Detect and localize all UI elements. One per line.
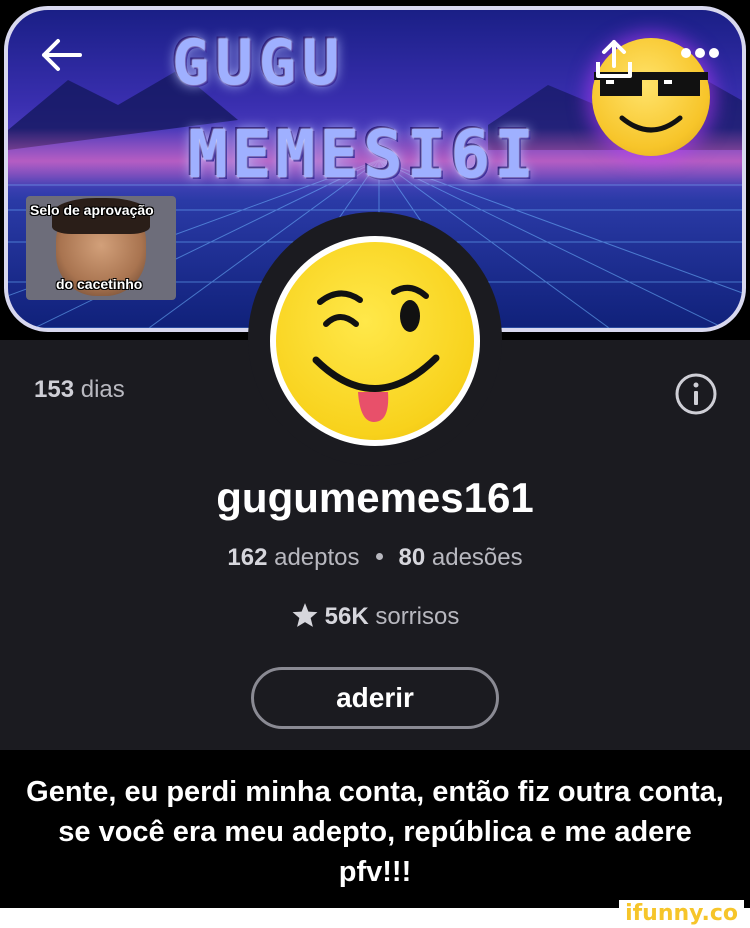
badge-caption-bottom: do cacetinho xyxy=(56,276,143,292)
smiles-count: 56K sorrisos xyxy=(0,602,750,631)
followers-label: adeptos xyxy=(274,544,360,571)
info-icon xyxy=(675,373,717,415)
info-button[interactable] xyxy=(674,372,718,421)
username: gugumemes161 xyxy=(216,474,534,521)
subscriptions-value: 80 xyxy=(398,544,426,571)
share-icon xyxy=(596,40,632,78)
days-label: dias xyxy=(80,376,125,403)
meme-caption-box: Gente, eu perdi minha conta, então fiz o… xyxy=(0,750,750,910)
subscriptions-label: adesões xyxy=(431,544,523,571)
ifunny-watermark: ifunny.co xyxy=(619,900,744,928)
more-options-button[interactable] xyxy=(680,46,720,65)
smiles-label: sorrisos xyxy=(375,603,460,630)
smiles-value: 56K xyxy=(324,603,369,630)
profile-stats: 162 adeptos 80 adesões xyxy=(0,544,750,572)
winking-tongue-emoji-icon xyxy=(312,284,440,422)
star-icon xyxy=(292,603,318,627)
share-button[interactable] xyxy=(592,38,636,87)
followers-count[interactable]: 162 adeptos xyxy=(227,544,359,571)
join-button[interactable]: aderir xyxy=(251,667,499,729)
badge-caption-top: Selo de aprovação xyxy=(30,202,154,218)
more-dots-icon xyxy=(681,48,719,58)
banner-title-line-1: GUGU xyxy=(172,26,346,99)
days-value: 153 xyxy=(34,376,75,403)
meme-caption-text: Gente, eu perdi minha conta, então fiz o… xyxy=(26,776,724,888)
profile-page: GUGU MEMESI6I Selo de aprovação do cacet… xyxy=(0,0,750,928)
avatar[interactable] xyxy=(276,242,474,440)
arrow-left-icon xyxy=(42,39,82,71)
back-button[interactable] xyxy=(38,36,84,79)
banner-title-line-2: MEMESI6I xyxy=(188,116,538,193)
subscriptions-count[interactable]: 80 adesões xyxy=(399,544,523,571)
approval-badge-image: Selo de aprovação do cacetinho xyxy=(26,196,176,300)
days-counter: 153 dias xyxy=(34,376,125,404)
separator-dot xyxy=(375,553,383,561)
followers-value: 162 xyxy=(227,544,268,571)
